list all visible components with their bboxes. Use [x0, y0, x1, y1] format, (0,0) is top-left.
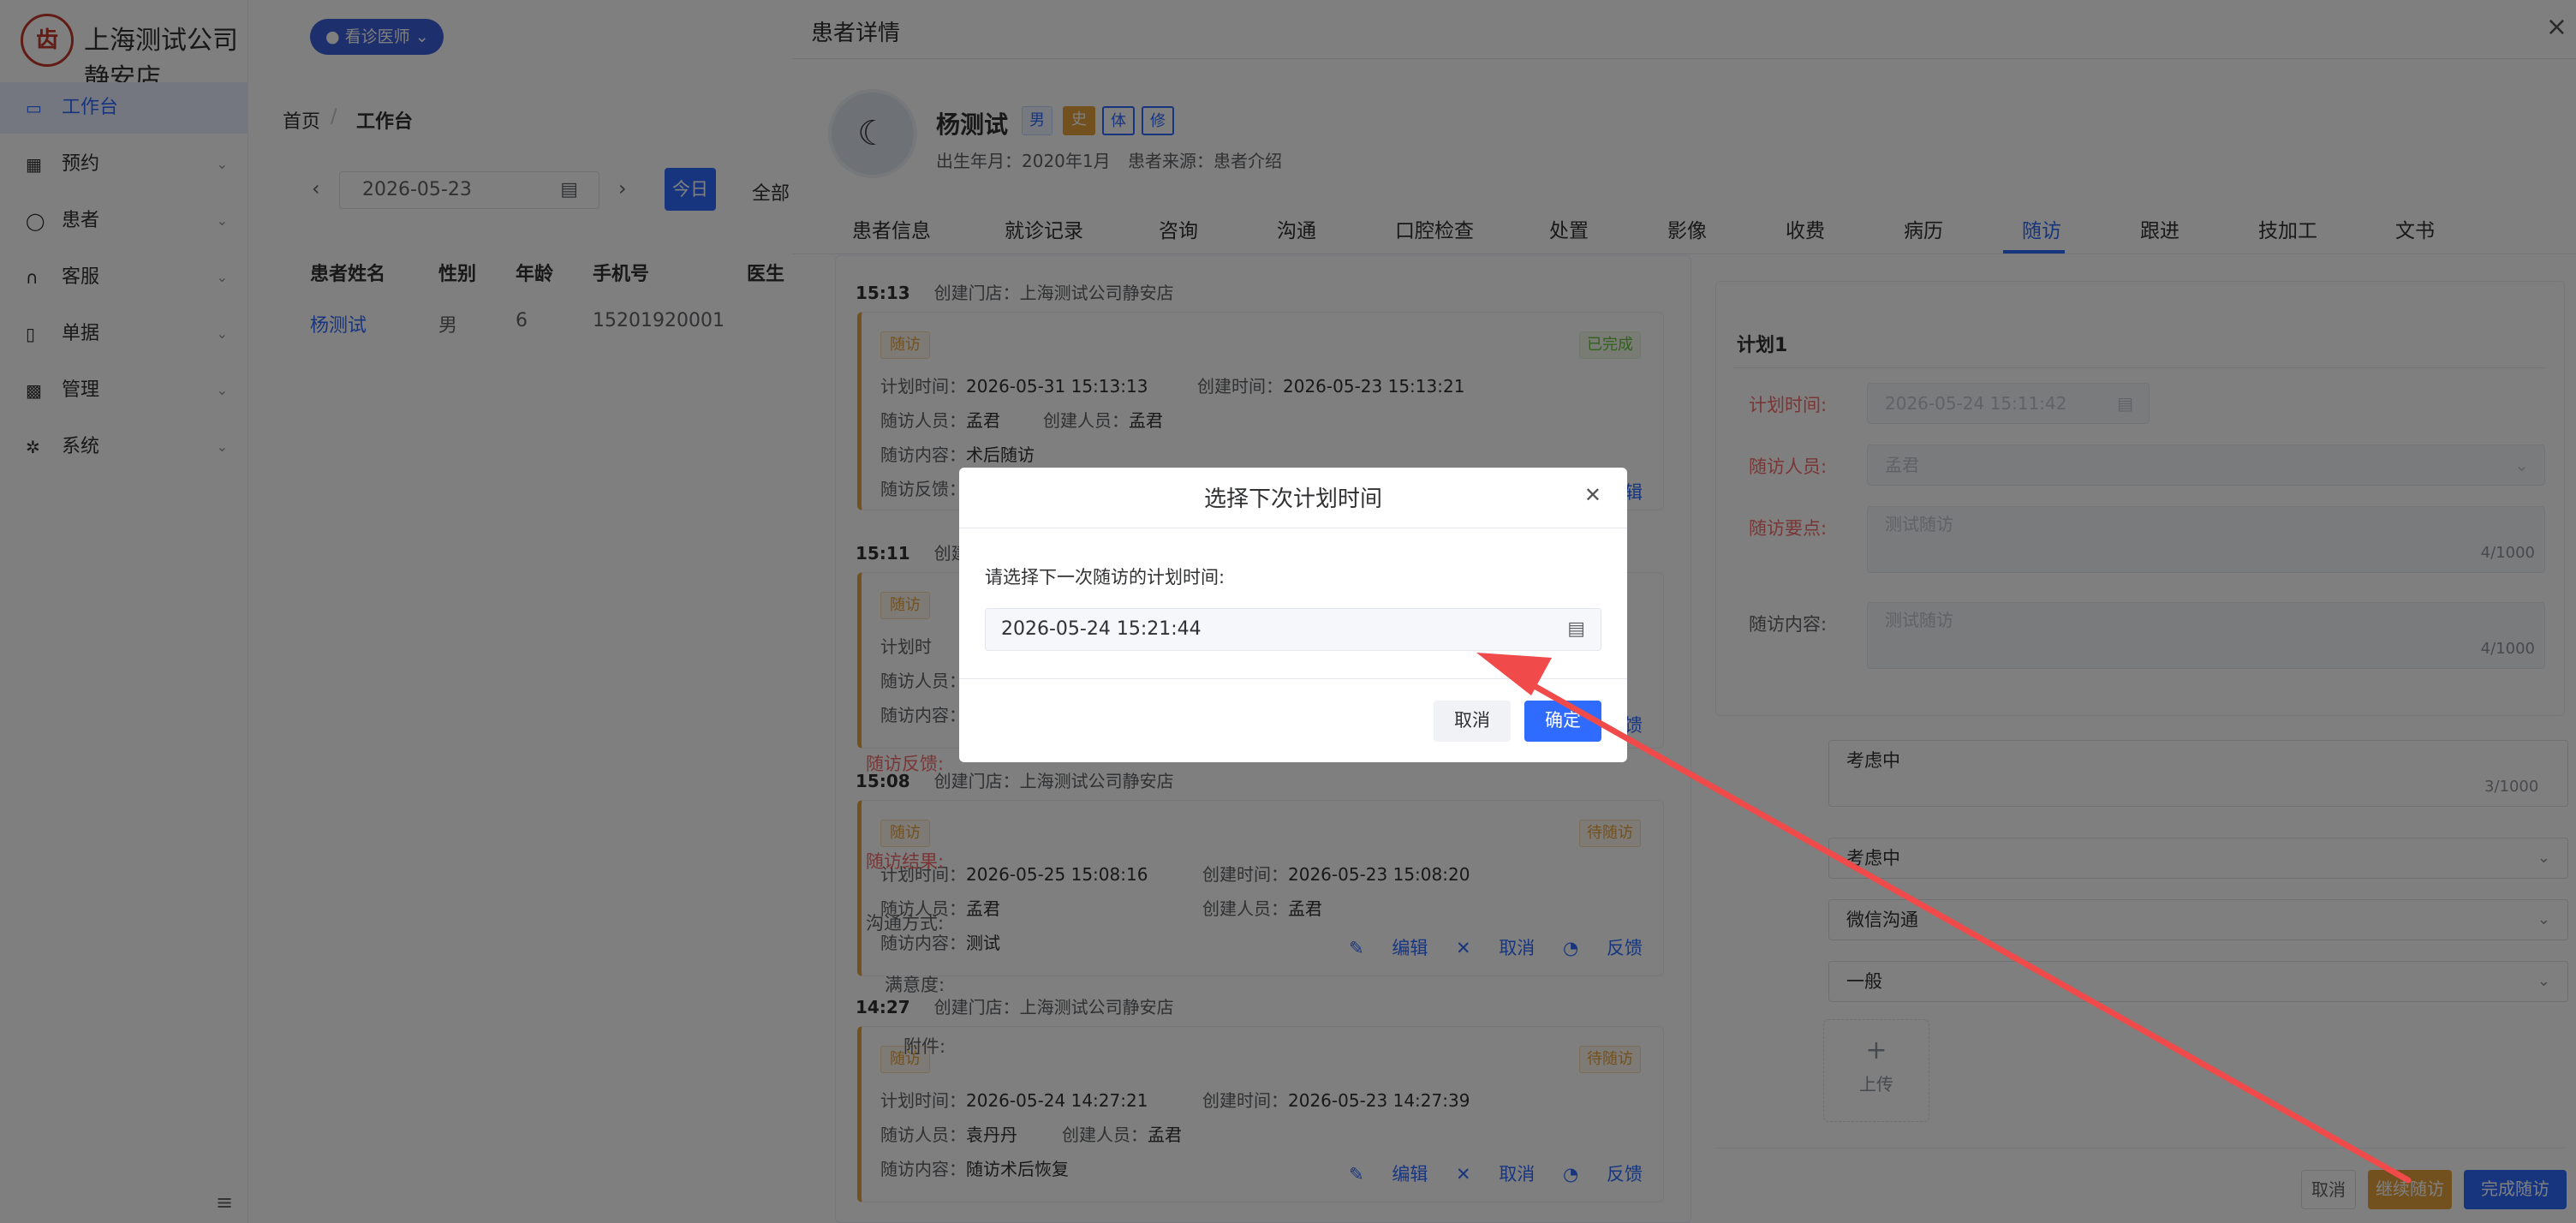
next-plan-time-dialog: 选择下次计划时间 ✕ 请选择下一次随访的计划时间: 2026-05-24 15:… [959, 468, 1627, 762]
dialog-cancel-button[interactable]: 取消 [1434, 701, 1511, 742]
dialog-footer-divider [959, 678, 1627, 679]
dialog-title: 选择下次计划时间 [1203, 486, 1382, 512]
calendar-icon: ▤ [1567, 618, 1585, 640]
dialog-prompt: 请选择下一次随访的计划时间: [985, 567, 1225, 588]
next-plan-time-value: 2026-05-24 15:21:44 [1001, 618, 1202, 640]
app-overlay-mask[interactable] [0, 0, 792, 1223]
dialog-confirm-button[interactable]: 确定 [1524, 701, 1601, 742]
close-icon[interactable]: ✕ [1584, 483, 1601, 507]
next-plan-time-input[interactable]: 2026-05-24 15:21:44 ▤ [985, 608, 1601, 651]
